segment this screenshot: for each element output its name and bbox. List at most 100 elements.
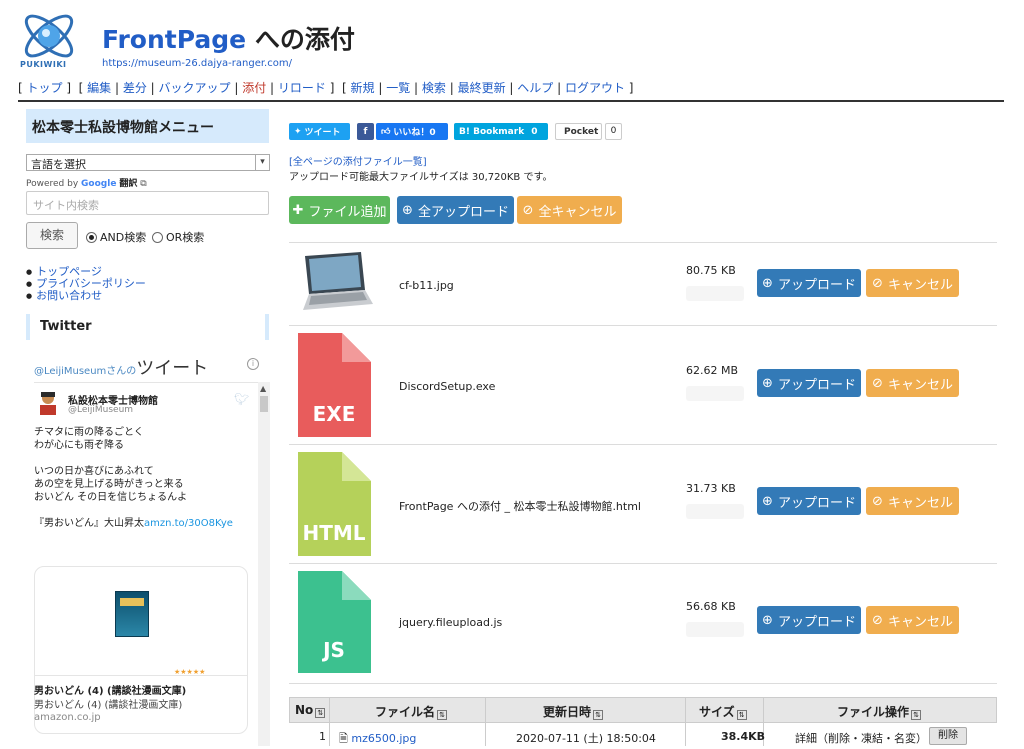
scroll-up-icon[interactable]: ▲ bbox=[260, 384, 266, 393]
upload-button[interactable]: ⊕ アップロード bbox=[757, 269, 861, 297]
sort-icon[interactable]: ⇅ bbox=[736, 710, 747, 720]
row-size: 38.4KB bbox=[721, 730, 766, 743]
nav-recent[interactable]: 最終更新 bbox=[458, 81, 506, 95]
plus-icon: ✚ bbox=[292, 202, 304, 218]
language-select[interactable]: 言語を選択 ▾ bbox=[26, 154, 270, 171]
nav-help[interactable]: ヘルプ bbox=[517, 81, 553, 95]
language-select-value: 言語を選択 bbox=[31, 158, 86, 171]
sidebar-link-contact[interactable]: お問い合わせ bbox=[36, 289, 102, 302]
radio-and-search[interactable]: AND検索 bbox=[86, 229, 146, 245]
card-title[interactable]: 男おいどん (4) (講談社漫画文庫) bbox=[34, 682, 186, 697]
sidebar-links: トップページ プライバシーポリシー お問い合わせ bbox=[26, 266, 146, 302]
row-filename-link[interactable]: mz6500.jpg bbox=[351, 732, 416, 745]
table-header-no[interactable]: No ⇅ bbox=[295, 703, 326, 718]
add-file-button[interactable]: ✚ ファイル追加 bbox=[289, 196, 390, 224]
nav-backup[interactable]: バックアップ bbox=[159, 81, 231, 95]
nav-new[interactable]: 新規 bbox=[351, 81, 375, 95]
table-header-size[interactable]: サイズ ⇅ bbox=[699, 703, 747, 720]
upload-label: アップロード bbox=[777, 614, 856, 630]
upload-progress-bar bbox=[686, 622, 744, 637]
cancel-button[interactable]: ⊘ キャンセル bbox=[866, 487, 959, 515]
hatena-bookmark-button[interactable]: B! Bookmark 0 bbox=[454, 123, 548, 140]
file-size: 56.68 KB bbox=[686, 600, 736, 613]
nav-logout[interactable]: ログアウト bbox=[565, 81, 625, 95]
radio-or-label: OR検索 bbox=[166, 231, 205, 244]
cancel-button[interactable]: ⊘ キャンセル bbox=[866, 269, 959, 297]
row-date: 2020-07-11 (土) 18:50:04 bbox=[516, 732, 656, 745]
file-name: FrontPage への添付 _ 松本零士私設博物館.html bbox=[399, 500, 641, 513]
site-search-input[interactable]: サイト内検索 bbox=[26, 191, 269, 215]
cancel-label: キャンセル bbox=[887, 614, 953, 630]
tweet-share-button[interactable]: ✦ ツイート bbox=[289, 123, 350, 140]
nav-attach[interactable]: 添付 bbox=[242, 81, 266, 95]
header-label: ファイル名 bbox=[375, 705, 436, 719]
facebook-share-button[interactable]: f bbox=[357, 123, 374, 140]
cancel-button[interactable]: ⊘ キャンセル bbox=[866, 369, 959, 397]
card-subtitle: 男おいどん (4) (講談社漫画文庫) bbox=[34, 700, 183, 711]
row-details-link[interactable]: 詳細（削除・凍結・名変） bbox=[795, 730, 927, 746]
page-title-brand[interactable]: FrontPage bbox=[102, 25, 246, 54]
pocket-count: 0 bbox=[605, 123, 622, 140]
row-divider bbox=[289, 683, 997, 684]
nav-edit[interactable]: 編集 bbox=[87, 81, 111, 95]
delete-button[interactable]: 削除 bbox=[929, 727, 967, 745]
book-cover-image[interactable] bbox=[115, 591, 149, 637]
nav-list[interactable]: 一覧 bbox=[386, 81, 410, 95]
twitter-heading: Twitter bbox=[26, 314, 269, 340]
account-handle[interactable]: @LeijiMuseum bbox=[68, 405, 133, 415]
radio-or-search[interactable]: OR検索 bbox=[152, 229, 204, 245]
file-ext-label: EXE bbox=[313, 402, 356, 426]
bookmark-label: B! Bookmark bbox=[459, 126, 525, 137]
exe-file-icon: EXE bbox=[298, 333, 371, 437]
file-thumbnail-image[interactable] bbox=[297, 250, 373, 314]
cancel-circle-icon: ⊘ bbox=[522, 202, 534, 218]
tweet-source: 『男おいどん』大山昇太 bbox=[34, 518, 144, 529]
upload-button[interactable]: ⊕ アップロード bbox=[757, 606, 861, 634]
upload-progress-bar bbox=[686, 286, 744, 301]
twitter-timeline[interactable]: @LeijiMuseumさんのツイート i 私設松本零士博物館 @LeijiMu… bbox=[26, 346, 270, 746]
card-divider bbox=[34, 675, 248, 676]
site-url-link[interactable]: https://museum-26.dajya-ranger.com/ bbox=[102, 58, 292, 69]
search-button[interactable]: 検索 bbox=[26, 222, 78, 249]
sort-icon[interactable]: ⇅ bbox=[911, 710, 922, 720]
upload-button[interactable]: ⊕ アップロード bbox=[757, 369, 861, 397]
header-label: 更新日時 bbox=[543, 705, 592, 719]
facebook-like-button[interactable]: 👍︎ いいね！0 bbox=[376, 123, 448, 140]
row-filename[interactable]: 🗎︎ mz6500.jpg bbox=[339, 730, 416, 749]
timeline-handle[interactable]: @LeijiMuseumさんの bbox=[34, 366, 136, 377]
file-name: jquery.fileupload.js bbox=[399, 616, 503, 629]
all-attachments-link[interactable]: [全ページの添付ファイル一覧] bbox=[289, 153, 427, 168]
info-icon[interactable]: i bbox=[247, 358, 259, 370]
upload-circle-icon: ⊕ bbox=[402, 202, 413, 218]
sort-icon[interactable]: ⇅ bbox=[593, 710, 604, 720]
pocket-button[interactable]: Pocket bbox=[555, 123, 602, 140]
cancel-label: キャンセル bbox=[887, 377, 953, 393]
timeline-scrollbar[interactable]: ▲ bbox=[258, 382, 270, 746]
sort-icon[interactable]: ⇅ bbox=[315, 708, 326, 718]
table-header-ops[interactable]: ファイル操作 ⇅ bbox=[837, 703, 922, 720]
twitter-bird-icon: 🐦︎ bbox=[234, 392, 250, 406]
header-label: ファイル操作 bbox=[837, 705, 910, 719]
cancel-button[interactable]: ⊘ キャンセル bbox=[866, 606, 959, 634]
nav-search[interactable]: 検索 bbox=[422, 81, 446, 95]
cancel-all-button[interactable]: ⊘ 全キャンセル bbox=[517, 196, 622, 224]
powered-by-google: Powered by Google 翻訳 ⧉ bbox=[26, 176, 147, 189]
translate-link[interactable]: 翻訳 bbox=[119, 179, 137, 189]
file-size: 80.75 KB bbox=[686, 264, 736, 277]
table-header-date[interactable]: 更新日時 ⇅ bbox=[543, 703, 604, 720]
avatar[interactable] bbox=[36, 390, 60, 416]
nav-top[interactable]: トップ bbox=[27, 81, 63, 95]
scrollbar-thumb[interactable] bbox=[260, 396, 268, 412]
column-divider bbox=[685, 697, 686, 746]
sort-icon[interactable]: ⇅ bbox=[437, 710, 448, 720]
nav-diff[interactable]: 差分 bbox=[123, 81, 147, 95]
table-header-filename[interactable]: ファイル名 ⇅ bbox=[375, 703, 448, 720]
max-size-note: アップロード可能最大ファイルサイズは 30,720KB です。 bbox=[289, 172, 553, 183]
header-label: サイズ bbox=[699, 705, 735, 719]
upload-all-button[interactable]: ⊕ 全アップロード bbox=[397, 196, 514, 224]
upload-circle-icon: ⊕ bbox=[762, 493, 773, 509]
upload-button[interactable]: ⊕ アップロード bbox=[757, 487, 861, 515]
nav-reload[interactable]: リロード bbox=[278, 81, 326, 95]
tweet-link[interactable]: amzn.to/30O8Kye bbox=[144, 518, 233, 529]
file-ext-label: JS bbox=[321, 638, 345, 662]
